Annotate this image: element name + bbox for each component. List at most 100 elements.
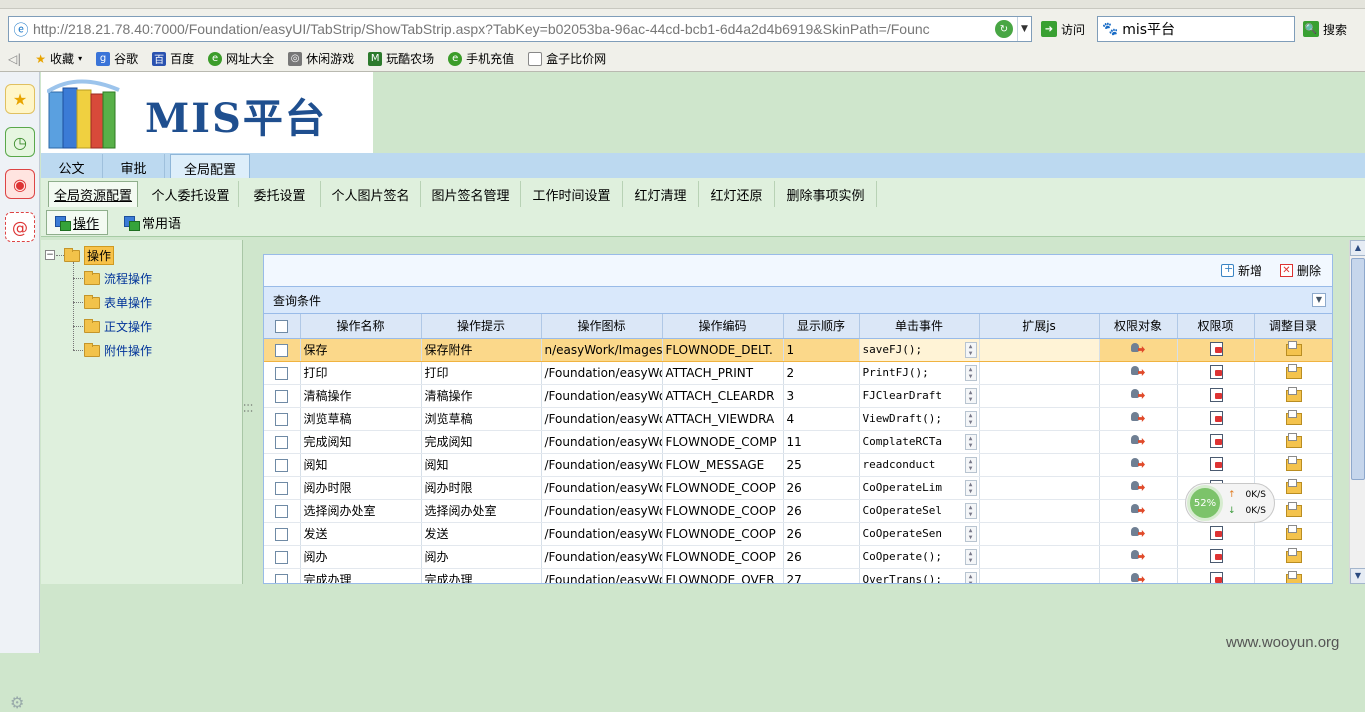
vertical-scrollbar[interactable]: ▲ ▼ xyxy=(1349,240,1365,584)
permission-object-cell[interactable] xyxy=(1099,453,1178,477)
bookmark-sites[interactable]: e 网址大全 xyxy=(208,50,274,67)
spinner-icon[interactable]: ▲ ▼ xyxy=(964,341,977,358)
permission-object-icon[interactable] xyxy=(1130,387,1146,401)
adjust-directory-icon[interactable] xyxy=(1285,364,1302,379)
spinner-icon[interactable]: ▲ ▼ xyxy=(964,548,977,565)
adjust-directory-icon[interactable] xyxy=(1285,341,1302,356)
tab-approval[interactable]: 审批 xyxy=(103,154,165,181)
column-header[interactable]: 操作名称 xyxy=(300,314,422,339)
bookmark-compare[interactable]: 盒子比价网 xyxy=(528,50,606,67)
cell-ext-js[interactable] xyxy=(979,453,1100,477)
cell-ext-js[interactable] xyxy=(979,545,1100,569)
column-header[interactable]: 操作图标 xyxy=(541,314,663,339)
row-checkbox[interactable] xyxy=(264,522,301,546)
select-all-checkbox[interactable] xyxy=(264,314,301,339)
tab-delegation[interactable]: 委托设置 xyxy=(239,181,321,208)
tab-common-phrases[interactable]: 常用语 xyxy=(116,210,189,235)
spinner-icon[interactable]: ▲ ▼ xyxy=(964,502,977,519)
query-panel-header[interactable]: 查询条件 ▼ xyxy=(264,287,1332,314)
cell-click-event[interactable]: ComplateRCTa ▲ ▼ xyxy=(859,430,980,454)
back-icon[interactable]: ◁| xyxy=(8,52,21,66)
history-clock-icon[interactable]: ◷ xyxy=(5,127,35,157)
permission-item-icon[interactable] xyxy=(1208,387,1224,402)
table-row[interactable]: 清稿操作 清稿操作/Foundation/easyWo ATTACH_CLEARDR… xyxy=(264,384,1332,408)
spinner-icon[interactable]: ▲ ▼ xyxy=(964,571,977,583)
row-checkbox[interactable] xyxy=(264,453,301,477)
spinner-icon[interactable]: ▲ ▼ xyxy=(964,479,977,496)
scroll-thumb[interactable] xyxy=(1351,258,1365,480)
column-header[interactable]: 权限项 xyxy=(1177,314,1255,339)
tree-item-text[interactable]: 正文操作 xyxy=(84,318,152,335)
permission-object-icon[interactable] xyxy=(1130,525,1146,539)
search-input[interactable]: 🐾 mis平台 xyxy=(1097,16,1295,42)
adjust-directory-cell[interactable] xyxy=(1254,430,1332,454)
permission-item-cell[interactable] xyxy=(1177,568,1255,583)
refresh-icon[interactable]: ↻ xyxy=(995,20,1013,38)
tree-item-attachment[interactable]: 附件操作 xyxy=(84,342,152,359)
cell-ext-js[interactable] xyxy=(979,522,1100,546)
column-header[interactable]: 操作提示 xyxy=(421,314,542,339)
tab-global-config[interactable]: 全局配置 xyxy=(170,154,250,181)
cell-click-event[interactable]: CoOperateSen ▲ ▼ xyxy=(859,522,980,546)
adjust-directory-cell[interactable] xyxy=(1254,384,1332,408)
adjust-directory-icon[interactable] xyxy=(1285,433,1302,448)
collapse-toggle[interactable]: − xyxy=(45,250,55,260)
permission-object-cell[interactable] xyxy=(1099,545,1178,569)
table-row[interactable]: 阅办时限 阅办时限/Foundation/easyWo FLOWNODE_COOP 2… xyxy=(264,476,1332,500)
address-url[interactable]: http://218.21.78.40:7000/Foundation/easy… xyxy=(33,21,995,37)
tree-root[interactable]: 操作 xyxy=(64,246,115,265)
tab-redlight-clear[interactable]: 红灯清理 xyxy=(623,181,699,208)
permission-item-cell[interactable] xyxy=(1177,430,1255,454)
cell-click-event[interactable]: FJClearDraft ▲ ▼ xyxy=(859,384,980,408)
tree-item-form[interactable]: 表单操作 xyxy=(84,294,152,311)
adjust-directory-cell[interactable] xyxy=(1254,338,1332,362)
permission-item-icon[interactable] xyxy=(1208,341,1224,356)
table-row[interactable]: 打印 打印/Foundation/easyWo ATTACH_PRINT 2 Print… xyxy=(264,361,1332,385)
permission-item-cell[interactable] xyxy=(1177,361,1255,385)
cell-ext-js[interactable] xyxy=(979,361,1100,385)
bookmark-games[interactable]: ◎ 休闲游戏 xyxy=(288,50,354,67)
permission-object-icon[interactable] xyxy=(1130,410,1146,424)
scroll-up-icon[interactable]: ▲ xyxy=(1350,240,1365,256)
delete-button[interactable]: ✕ 删除 xyxy=(1280,262,1321,279)
tree-item-flow[interactable]: 流程操作 xyxy=(84,270,152,287)
permission-item-cell[interactable] xyxy=(1177,453,1255,477)
column-header[interactable]: 显示顺序 xyxy=(783,314,860,339)
cell-click-event[interactable]: OverTrans(); ▲ ▼ xyxy=(859,568,980,583)
permission-object-icon[interactable] xyxy=(1130,341,1146,355)
table-row[interactable]: 阅办 阅办/Foundation/easyWo FLOWNODE_COOP 26 CoO… xyxy=(264,545,1332,569)
adjust-directory-cell[interactable] xyxy=(1254,453,1332,477)
row-checkbox[interactable] xyxy=(264,545,301,569)
cell-ext-js[interactable] xyxy=(979,384,1100,408)
table-row[interactable]: 完成阅知 完成阅知/Foundation/easyWo FLOWNODE_COMP 1… xyxy=(264,430,1332,454)
column-header[interactable]: 调整目录 xyxy=(1254,314,1332,339)
row-checkbox[interactable] xyxy=(264,476,301,500)
cell-click-event[interactable]: CoOperate(); ▲ ▼ xyxy=(859,545,980,569)
spinner-icon[interactable]: ▲ ▼ xyxy=(964,525,977,542)
tab-signature-manage[interactable]: 图片签名管理 xyxy=(421,181,521,208)
permission-object-icon[interactable] xyxy=(1130,456,1146,470)
column-header[interactable]: 操作编码 xyxy=(662,314,784,339)
adjust-directory-icon[interactable] xyxy=(1285,456,1302,471)
spinner-icon[interactable]: ▲ ▼ xyxy=(964,456,977,473)
network-speed-widget[interactable]: 52% ↑ 0K/S ↓ 0K/S xyxy=(1185,483,1275,523)
permission-object-cell[interactable] xyxy=(1099,568,1178,583)
permission-object-cell[interactable] xyxy=(1099,499,1178,523)
tab-redlight-restore[interactable]: 红灯还原 xyxy=(699,181,775,208)
permission-object-cell[interactable] xyxy=(1099,361,1178,385)
address-dropdown-icon[interactable]: ▼ xyxy=(1017,17,1031,41)
permission-item-cell[interactable] xyxy=(1177,545,1255,569)
permission-object-cell[interactable] xyxy=(1099,384,1178,408)
tab-personal-delegation[interactable]: 个人委托设置 xyxy=(143,181,239,208)
table-row[interactable]: 浏览草稿 浏览草稿/Foundation/easyWo ATTACH_VIEWDRA… xyxy=(264,407,1332,431)
column-header[interactable]: 权限对象 xyxy=(1099,314,1178,339)
permission-object-cell[interactable] xyxy=(1099,407,1178,431)
spinner-icon[interactable]: ▲ ▼ xyxy=(964,364,977,381)
cell-click-event[interactable]: CoOperateSel ▲ ▼ xyxy=(859,499,980,523)
row-checkbox[interactable] xyxy=(264,361,301,385)
spinner-icon[interactable]: ▲ ▼ xyxy=(964,387,977,404)
row-checkbox[interactable] xyxy=(264,499,301,523)
chevron-down-icon[interactable]: ▼ xyxy=(1312,293,1326,307)
permission-item-cell[interactable] xyxy=(1177,338,1255,362)
permission-object-icon[interactable] xyxy=(1130,479,1146,493)
